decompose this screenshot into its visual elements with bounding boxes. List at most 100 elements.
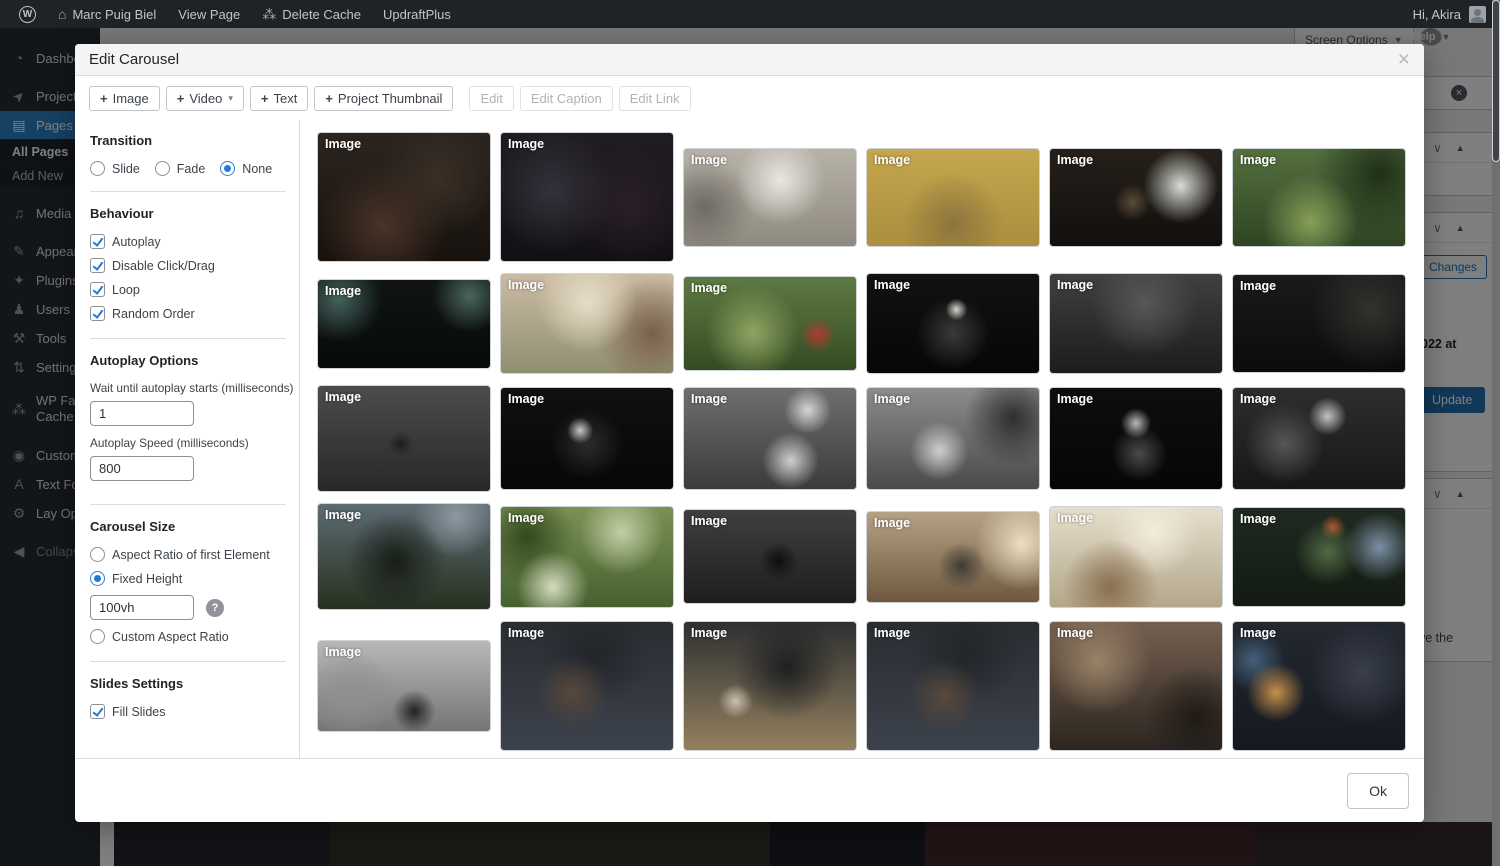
carousel-slide[interactable]: Image (1232, 507, 1406, 607)
slide-type-label: Image (1240, 279, 1276, 293)
loop-checkbox[interactable]: Loop (90, 282, 286, 297)
slide-type-label: Image (874, 516, 910, 530)
radio-control (90, 547, 105, 562)
carousel-slide[interactable]: Image (866, 511, 1040, 603)
admin-bar-item-view-page[interactable]: View Page (167, 0, 251, 28)
help-icon[interactable]: ? (206, 599, 224, 617)
carousel-slide[interactable]: Image (1232, 148, 1406, 247)
slide-type-label: Image (1240, 626, 1276, 640)
carousel-slide[interactable]: Image (500, 387, 674, 490)
settings-section-transition: TransitionSlideFadeNone (90, 124, 286, 192)
carousel-slide[interactable]: Image (1232, 274, 1406, 373)
video-button[interactable]: +Video▾ (166, 86, 244, 111)
modal-footer: Ok (75, 758, 1424, 822)
project-thumbnail-button[interactable]: +Project Thumbnail (314, 86, 453, 111)
carousel-slide[interactable]: Image (683, 276, 857, 371)
random-order-checkbox[interactable]: Random Order (90, 306, 286, 321)
carousel-slide[interactable]: Image (683, 509, 857, 604)
slide-type-label: Image (508, 511, 544, 525)
carousel-slide[interactable]: Image (317, 385, 491, 492)
carousel-slide[interactable]: Image (683, 148, 857, 247)
checkbox-control (90, 258, 105, 273)
admin-bar-item-updraftplus[interactable]: UpdraftPlus (372, 0, 462, 28)
close-icon[interactable]: × (1398, 49, 1410, 70)
button-label: Edit Caption (531, 91, 602, 106)
checkbox-control (90, 282, 105, 297)
admin-bar-item-delete-cache[interactable]: ⁂Delete Cache (251, 0, 372, 28)
carousel-slide[interactable]: Image (1049, 387, 1223, 490)
custom-aspect-ratio-radio[interactable]: Custom Aspect Ratio (90, 629, 286, 644)
carousel-slide[interactable]: Image (866, 387, 1040, 490)
radio-control (155, 161, 170, 176)
none-radio[interactable]: None (220, 161, 272, 176)
carousel-slide[interactable]: Image (866, 621, 1040, 751)
autoplay-checkbox[interactable]: Autoplay (90, 234, 286, 249)
slide-type-label: Image (874, 153, 910, 167)
field-label: Autoplay Speed (milliseconds) (90, 436, 286, 450)
slide-type-label: Image (1057, 392, 1093, 406)
admin-bar-item-label: Marc Puig Biel (72, 7, 156, 22)
edit-button: Edit (469, 86, 513, 111)
fill-slides-checkbox[interactable]: Fill Slides (90, 704, 286, 719)
checkbox-control (90, 234, 105, 249)
carousel-slide[interactable]: Image (500, 273, 674, 374)
ok-button[interactable]: Ok (1347, 773, 1409, 809)
carousel-slide[interactable]: Image (500, 621, 674, 751)
slide-type-label: Image (508, 278, 544, 292)
section-title: Behaviour (90, 206, 286, 221)
fixed-height-row: ? (90, 595, 286, 620)
admin-greeting[interactable]: Hi, Akira (1413, 7, 1461, 22)
slide-radio[interactable]: Slide (90, 161, 140, 176)
option-label: None (242, 162, 272, 176)
carousel-slide[interactable]: Image (1049, 148, 1223, 247)
plus-icon: + (177, 91, 185, 106)
carousel-slide[interactable]: Image (317, 503, 491, 610)
radio-control (90, 629, 105, 644)
scrollbar[interactable] (1492, 0, 1500, 866)
fade-radio[interactable]: Fade (155, 161, 206, 176)
carousel-slide[interactable]: Image (500, 506, 674, 608)
carousel-slide[interactable]: Image (1049, 621, 1223, 751)
radio-control (220, 161, 235, 176)
carousel-slide[interactable]: Image (317, 640, 491, 732)
fixed-height-input[interactable] (90, 595, 194, 620)
checkbox-control (90, 704, 105, 719)
scrollbar-thumb[interactable] (1492, 0, 1500, 162)
carousel-slide[interactable]: Image (317, 132, 491, 262)
admin-bar-item-wordpress-logo-icon[interactable]: W (8, 0, 47, 28)
button-label: Text (273, 91, 297, 106)
aspect-ratio-of-first-element-radio[interactable]: Aspect Ratio of first Element (90, 547, 286, 562)
carousel-slide[interactable]: Image (866, 273, 1040, 374)
slide-type-label: Image (508, 392, 544, 406)
section-title: Carousel Size (90, 519, 286, 534)
slide-type-label: Image (508, 626, 544, 640)
slide-type-label: Image (1240, 153, 1276, 167)
settings-section-autoplay-options: Autoplay OptionsWait until autoplay star… (90, 344, 286, 505)
carousel-slide[interactable]: Image (683, 387, 857, 490)
carousel-slide[interactable]: Image (500, 132, 674, 262)
autoplay-speed-milliseconds-input[interactable] (90, 456, 194, 481)
text-button[interactable]: + Text (250, 86, 308, 111)
plus-icon: + (261, 91, 269, 106)
fixed-height-radio[interactable]: Fixed Height (90, 571, 286, 586)
admin-bar-item-label: UpdraftPlus (383, 7, 451, 22)
carousel-slide[interactable]: Image (1232, 387, 1406, 490)
wait-until-autoplay-starts-milliseconds-input[interactable] (90, 401, 194, 426)
admin-bar-item-marc-puig-biel[interactable]: ⌂Marc Puig Biel (47, 0, 167, 28)
edit-carousel-modal: Edit Carousel × +Image+Video▾+Text+Proje… (75, 44, 1424, 822)
avatar[interactable] (1469, 6, 1486, 23)
carousel-slide[interactable]: Image (866, 148, 1040, 247)
option-label: Fixed Height (112, 572, 182, 586)
slide-type-label: Image (691, 392, 727, 406)
option-label: Autoplay (112, 235, 161, 249)
carousel-slide[interactable]: Image (317, 279, 491, 369)
carousel-slide[interactable]: Image (1049, 273, 1223, 374)
disable-click-drag-checkbox[interactable]: Disable Click/Drag (90, 258, 286, 273)
carousel-slide[interactable]: Image (683, 621, 857, 751)
option-label: Custom Aspect Ratio (112, 630, 229, 644)
carousel-slide[interactable]: Image (1049, 506, 1223, 608)
image-button[interactable]: +Image (89, 86, 160, 111)
slide-type-label: Image (325, 508, 361, 522)
carousel-slide[interactable]: Image (1232, 621, 1406, 751)
edit-link-button: Edit Link (619, 86, 691, 111)
